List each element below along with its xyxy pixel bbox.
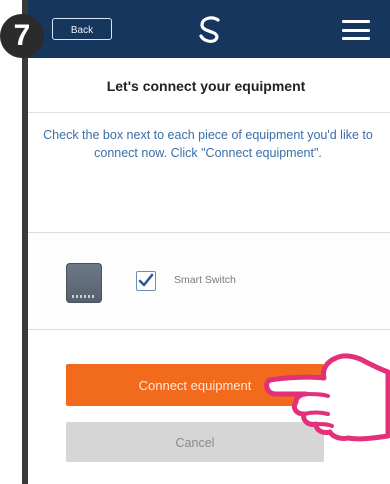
back-button[interactable]: Back xyxy=(52,18,112,40)
equipment-checkbox[interactable] xyxy=(136,271,156,291)
equipment-label: Smart Switch xyxy=(174,274,236,286)
equipment-list: Smart Switch xyxy=(28,232,390,330)
logo-icon xyxy=(199,16,220,43)
instructions-text: Check the box next to each piece of equi… xyxy=(43,128,373,160)
page-title: Let's connect your equipment xyxy=(106,78,306,94)
pointing-hand-icon xyxy=(264,353,390,442)
menu-icon[interactable] xyxy=(342,20,370,40)
step-badge: 7 xyxy=(0,14,44,58)
divider xyxy=(28,112,390,113)
step-number: 7 xyxy=(13,19,31,52)
app-header: Back xyxy=(28,0,390,58)
check-icon xyxy=(138,273,154,287)
device-icon xyxy=(66,263,102,303)
